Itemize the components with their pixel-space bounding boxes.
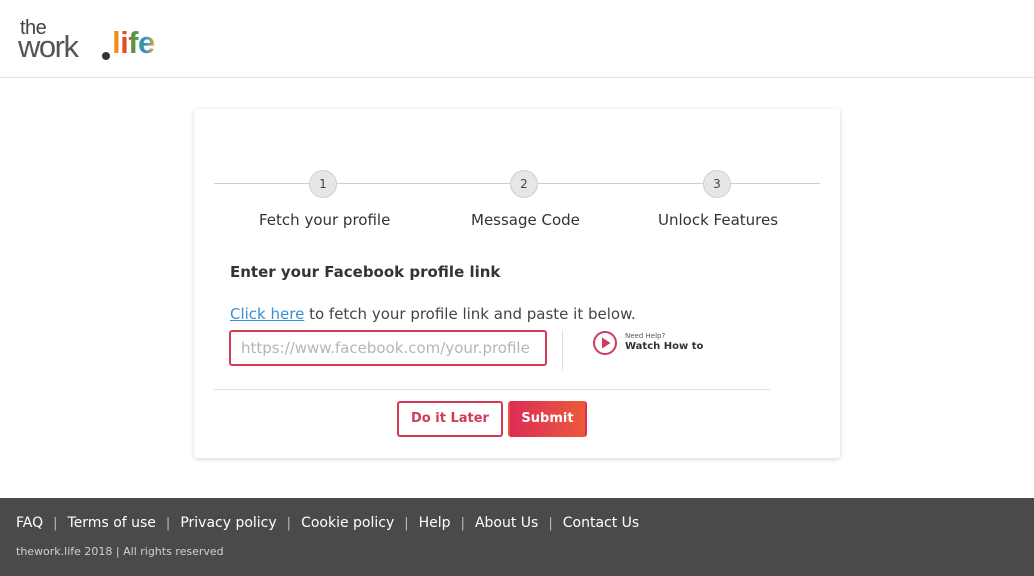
- footer-separator: |: [548, 515, 553, 531]
- site-footer: FAQ | Terms of use | Privacy policy | Co…: [0, 498, 1034, 576]
- watch-how-to-button[interactable]: Need Help? Watch How to: [592, 330, 712, 356]
- copyright-text: thework.life 2018 | All rights reserved: [16, 545, 224, 558]
- submit-button[interactable]: Submit: [508, 401, 587, 437]
- logo-work: work: [18, 29, 79, 64]
- step-1-label: Fetch your profile: [259, 211, 391, 229]
- watch-how-to-text: Watch How to: [625, 341, 704, 352]
- do-it-later-button[interactable]: Do it Later: [397, 401, 503, 437]
- step-3-label: Unlock Features: [658, 211, 779, 229]
- footer-links: FAQ | Terms of use | Privacy policy | Co…: [16, 515, 639, 531]
- footer-separator: |: [404, 515, 409, 531]
- footer-link-cookie[interactable]: Cookie policy: [301, 515, 394, 531]
- thework-life-logo[interactable]: the work life: [18, 18, 178, 62]
- footer-link-privacy[interactable]: Privacy policy: [180, 515, 276, 531]
- step-2-label: Message Code: [471, 211, 580, 229]
- play-circle-icon: [592, 330, 618, 356]
- footer-separator: |: [460, 515, 465, 531]
- footer-link-terms[interactable]: Terms of use: [68, 515, 156, 531]
- click-here-link[interactable]: Click here: [230, 305, 304, 323]
- footer-separator: |: [53, 515, 58, 531]
- logo-dot: [102, 52, 110, 60]
- need-help-text: Need Help?: [625, 332, 666, 340]
- step-3-circle: 3: [703, 170, 731, 198]
- footer-link-contact[interactable]: Contact Us: [563, 515, 639, 531]
- footer-separator: |: [286, 515, 292, 531]
- footer-link-about[interactable]: About Us: [475, 515, 538, 531]
- step-2-circle: 2: [510, 170, 538, 198]
- instruction-text: Click here to fetch your profile link an…: [230, 305, 636, 323]
- site-header: the work life: [0, 0, 1034, 78]
- logo-life: life: [112, 25, 155, 60]
- vertical-divider: [562, 330, 563, 370]
- footer-link-faq[interactable]: FAQ: [16, 515, 43, 531]
- footer-separator: |: [165, 515, 171, 531]
- step-1-circle: 1: [309, 170, 337, 198]
- footer-link-help[interactable]: Help: [419, 515, 451, 531]
- facebook-profile-url-input[interactable]: [229, 330, 547, 366]
- horizontal-divider: [214, 389, 770, 390]
- form-title: Enter your Facebook profile link: [230, 263, 501, 281]
- instruction-rest: to fetch your profile link and paste it …: [304, 305, 636, 323]
- profile-link-card: 1 2 3 Fetch your profile Message Code Un…: [194, 109, 840, 458]
